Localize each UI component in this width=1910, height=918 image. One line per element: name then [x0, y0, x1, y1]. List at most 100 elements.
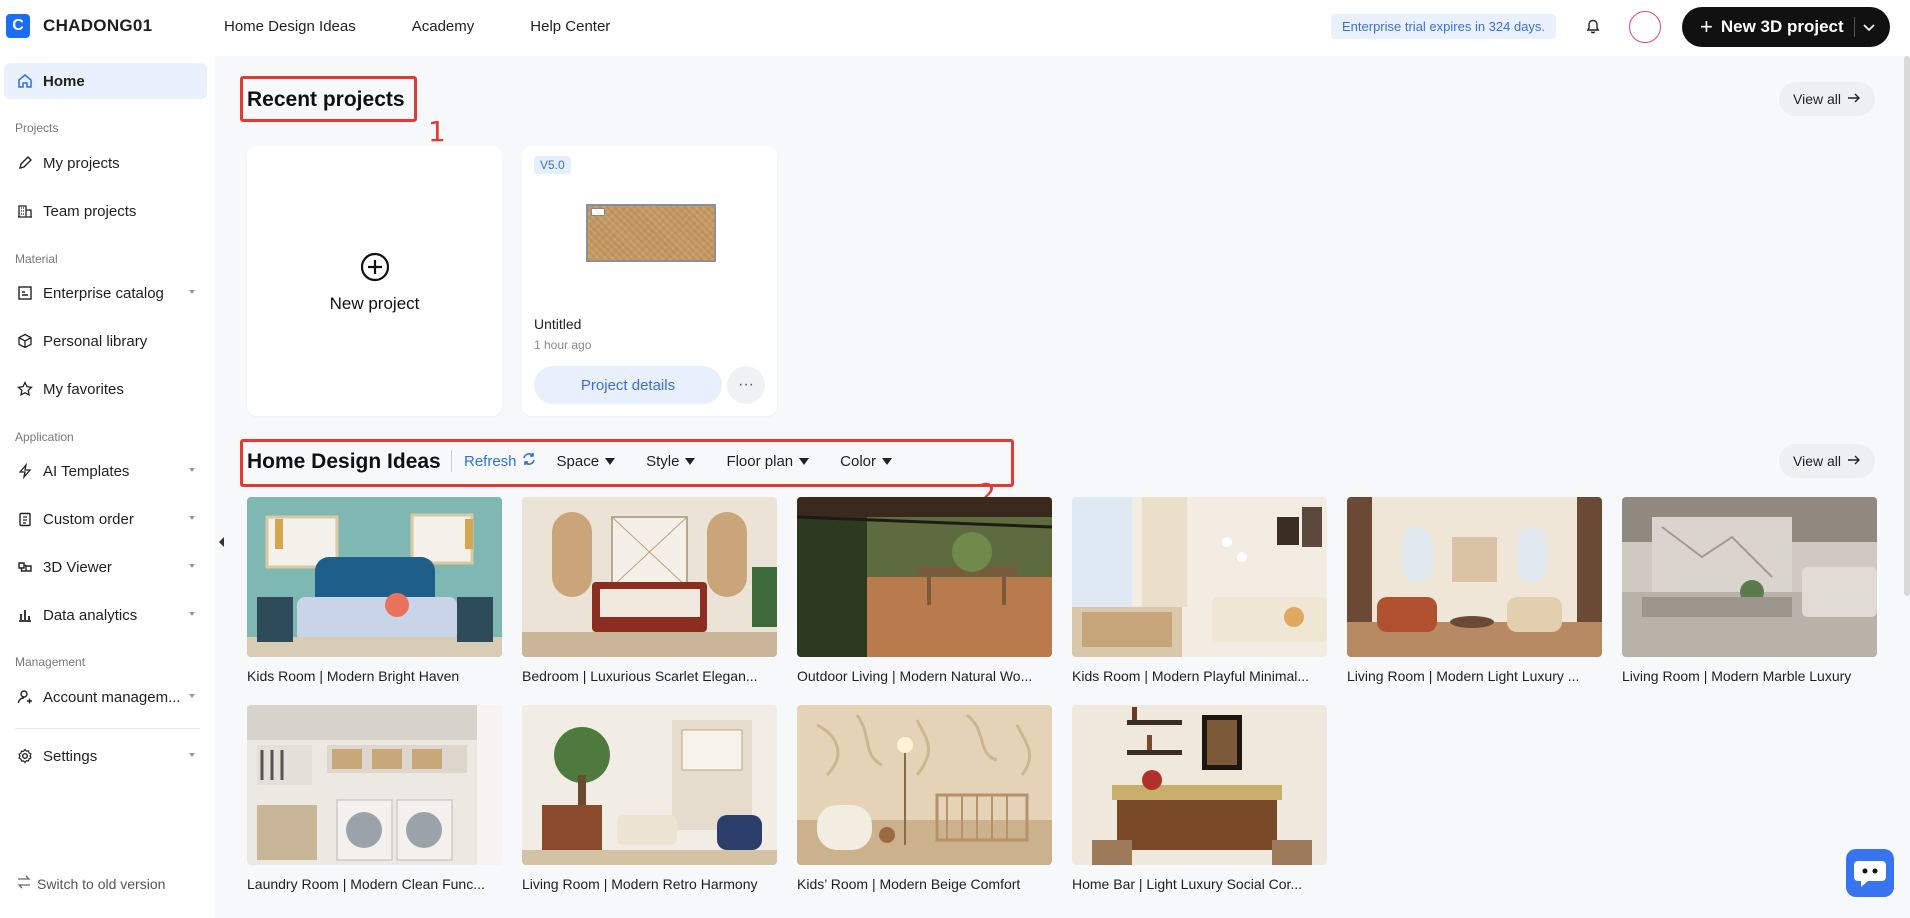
idea-image[interactable] — [797, 497, 1052, 657]
nav-help-center[interactable]: Help Center — [530, 18, 610, 35]
main-content: Recent projects 1 View all New project V… — [215, 56, 1910, 918]
sidebar-item-data-analytics[interactable]: Data analytics — [4, 597, 207, 633]
sidebar-item-label: Custom order — [43, 510, 134, 528]
new-3d-project-button[interactable]: + New 3D project — [1682, 7, 1890, 47]
logo-icon: C — [6, 14, 30, 38]
lightning-icon — [16, 462, 34, 480]
more-options-button[interactable]: ··· — [727, 366, 765, 404]
filter-color[interactable]: Color — [840, 453, 892, 470]
design-idea-card[interactable]: Outdoor Living | Modern Natural Wo... — [797, 497, 1052, 684]
caret-down-icon — [189, 564, 195, 568]
trial-notice[interactable]: Enterprise trial expires in 324 days. — [1331, 14, 1557, 39]
chat-assistant-button[interactable] — [1846, 849, 1894, 897]
user-settings-icon — [16, 688, 34, 706]
sidebar-item-home[interactable]: Home — [4, 63, 207, 99]
filter-floor-plan[interactable]: Floor plan — [726, 453, 810, 470]
filter-label: Space — [556, 452, 600, 470]
recent-view-all-button[interactable]: View all — [1779, 82, 1875, 116]
plus-circle-icon — [360, 252, 390, 282]
caret-down-icon — [189, 753, 195, 757]
caret-down-icon — [685, 457, 696, 465]
design-idea-card[interactable]: Kids Room | Modern Bright Haven — [247, 497, 502, 684]
filter-style[interactable]: Style — [646, 452, 696, 470]
brand-name: CHADONG01 — [43, 16, 153, 35]
refresh-button[interactable]: Refresh — [464, 452, 536, 470]
sidebar-item-label: Enterprise catalog — [43, 284, 164, 302]
bell-icon[interactable] — [1580, 14, 1606, 40]
nav-home-design-ideas[interactable]: Home Design Ideas — [224, 18, 356, 35]
caret-down-icon — [189, 468, 195, 472]
project-name: Untitled — [534, 316, 582, 332]
project-thumbnail[interactable] — [586, 204, 716, 262]
idea-caption: Kids’ Room | Modern Beige Comfort — [797, 876, 1021, 892]
chevron-down-icon[interactable] — [1862, 19, 1876, 39]
idea-image[interactable] — [1072, 497, 1327, 657]
sidebar-collapse-toggle[interactable] — [216, 530, 226, 554]
project-card[interactable]: V5.0 Untitled 1 hour ago Project details… — [522, 146, 777, 416]
recent-projects-title: Recent projects — [247, 88, 405, 111]
design-idea-card[interactable]: Bedroom | Luxurious Scarlet Elegan... — [522, 497, 777, 684]
nav-academy[interactable]: Academy — [412, 18, 475, 35]
sidebar-item-custom-order[interactable]: Custom order — [4, 501, 207, 537]
sidebar-item-label: Account managem... — [43, 688, 181, 706]
new-3d-project-label: New 3D project — [1720, 17, 1844, 36]
filter-divider — [451, 450, 452, 472]
content-panel: Recent projects 1 View all New project V… — [215, 56, 1910, 918]
sidebar-item-team-projects[interactable]: Team projects — [4, 193, 207, 229]
sidebar-item-label: Settings — [43, 747, 98, 765]
avatar[interactable] — [1629, 11, 1661, 43]
design-idea-card[interactable]: Kids Room | Modern Playful Minimal... — [1072, 497, 1327, 684]
caret-down-icon — [605, 457, 616, 465]
design-idea-card[interactable]: Living Room | Modern Retro Harmony — [522, 705, 777, 892]
idea-image[interactable] — [247, 497, 502, 657]
design-idea-card[interactable]: Laundry Room | Modern Clean Func... — [247, 705, 502, 892]
plus-icon: + — [1700, 14, 1713, 39]
idea-image[interactable] — [522, 497, 777, 657]
sidebar-item-enterprise-catalog[interactable]: Enterprise catalog — [4, 275, 207, 311]
idea-image[interactable] — [1347, 497, 1602, 657]
sidebar-item-account-management[interactable]: Account managem... — [4, 679, 207, 715]
clipboard-icon — [16, 510, 34, 528]
sidebar-item-label: Personal library — [43, 332, 148, 350]
project-details-button[interactable]: Project details — [534, 366, 722, 404]
design-idea-card[interactable]: Living Room | Modern Light Luxury ... — [1347, 497, 1602, 684]
new-project-card[interactable]: New project — [247, 146, 502, 416]
sidebar-item-ai-templates[interactable]: AI Templates — [4, 453, 207, 489]
sidebar-item-label: My projects — [43, 154, 120, 172]
sidebar-group-material: Material — [15, 252, 58, 266]
sidebar-item-settings[interactable]: Settings — [4, 738, 207, 774]
filter-label: Style — [646, 452, 680, 470]
filter-space[interactable]: Space — [557, 453, 616, 470]
sidebar-group-projects: Projects — [15, 121, 59, 135]
ideas-filter-bar: Refresh Space Style Floor plan Color — [443, 446, 923, 476]
idea-image[interactable] — [247, 705, 502, 865]
sidebar-group-application: Application — [15, 430, 74, 444]
refresh-icon — [522, 452, 536, 470]
idea-image[interactable] — [797, 705, 1052, 865]
sidebar-item-personal-library[interactable]: Personal library — [4, 323, 207, 359]
sidebar-item-3d-viewer[interactable]: 3D Viewer — [4, 549, 207, 585]
switch-old-version-link[interactable]: Switch to old version — [17, 875, 165, 892]
ideas-view-all-button[interactable]: View all — [1779, 444, 1875, 478]
idea-image[interactable] — [1072, 705, 1327, 865]
sidebar-item-my-favorites[interactable]: My favorites — [4, 371, 207, 407]
brand-logo[interactable]: C CHADONG01 — [6, 14, 152, 38]
design-idea-card[interactable]: Home Bar | Light Luxury Social Cor... — [1072, 705, 1327, 892]
arrow-right-icon — [1847, 91, 1861, 107]
button-divider — [1854, 17, 1855, 37]
refresh-label: Refresh — [464, 452, 517, 470]
switch-old-version-label: Switch to old version — [37, 875, 166, 892]
caret-down-icon — [189, 612, 195, 616]
sidebar-item-label: AI Templates — [43, 462, 130, 480]
view-all-label: View all — [1793, 91, 1841, 107]
bar-chart-icon — [16, 606, 34, 624]
sidebar: Home Projects My projects Team projects … — [0, 56, 215, 918]
design-idea-card[interactable]: Kids’ Room | Modern Beige Comfort — [797, 705, 1052, 892]
idea-image[interactable] — [522, 705, 777, 865]
design-idea-card[interactable]: Living Room | Modern Marble Luxury — [1622, 497, 1877, 684]
top-navigation: Home Design Ideas Academy Help Center — [224, 18, 610, 35]
sidebar-item-my-projects[interactable]: My projects — [4, 145, 207, 181]
idea-caption: Home Bar | Light Luxury Social Cor... — [1072, 876, 1303, 892]
scrollbar[interactable] — [1904, 56, 1910, 596]
idea-image[interactable] — [1622, 497, 1877, 657]
